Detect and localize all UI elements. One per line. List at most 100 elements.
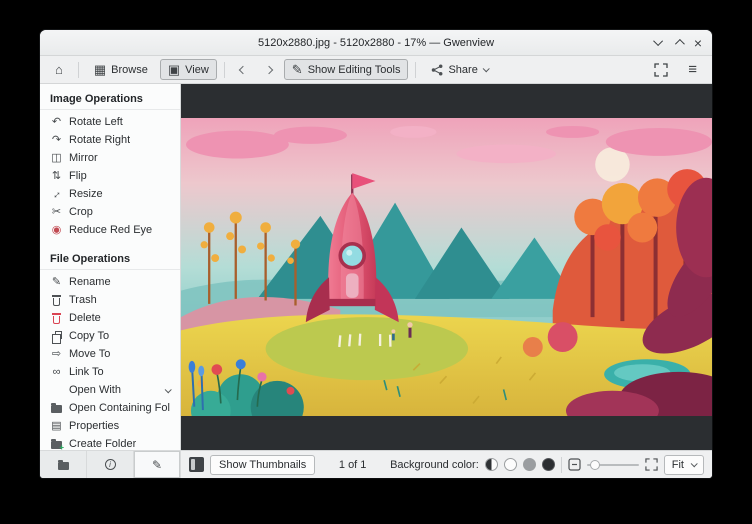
show-thumbnails-button[interactable]: Show Thumbnails (210, 454, 316, 475)
background-color-label: Background color: (390, 458, 479, 471)
sidebar-item-copy-to[interactable]: Copy To (40, 327, 180, 345)
sidebar-item-reduce-red-eye[interactable]: ◉ Reduce Red Eye (40, 221, 180, 239)
operations-sidebar: Image Operations ↶ Rotate Left ↷ Rotate … (40, 84, 181, 450)
resize-icon: ↔ (48, 185, 65, 202)
close-icon: × (693, 34, 702, 51)
sidebar-tab-strip: i ✎ (40, 450, 181, 478)
zoom-mode-value: Fit (671, 458, 684, 471)
folders-tab-icon (57, 459, 69, 470)
link-icon: ∞ (52, 365, 61, 378)
item-label: Copy To (69, 330, 110, 342)
item-label: Resize (69, 188, 103, 200)
info-icon: i (104, 459, 116, 470)
folder-icon (51, 403, 62, 413)
statusbar-separator (560, 456, 562, 473)
image-canvas[interactable] (181, 84, 712, 450)
sidebar-item-flip[interactable]: ⇅ Flip (40, 167, 180, 185)
maximize-icon (674, 38, 685, 49)
sidebar-item-resize[interactable]: ↔ Resize (40, 185, 180, 203)
create-folder-icon: + (51, 439, 64, 451)
background-swatch-black[interactable] (541, 458, 555, 471)
sidebar-item-rotate-right[interactable]: ↷ Rotate Right (40, 131, 180, 149)
zoom-out-icon (568, 458, 581, 471)
browse-button[interactable]: ▦ Browse (86, 59, 156, 80)
sidebar-item-crop[interactable]: ✂ Crop (40, 203, 180, 221)
sidebar-item-open-containing-folder[interactable]: Open Containing Folder (40, 399, 180, 417)
share-label: Share (448, 63, 478, 76)
rotate-left-icon: ↶ (51, 115, 62, 128)
view-button[interactable]: ▣ View (159, 59, 217, 80)
zoom-slider[interactable] (586, 458, 639, 472)
zoom-out-button[interactable] (568, 458, 581, 471)
tab-folders[interactable] (40, 451, 87, 478)
sidebar-item-rotate-left[interactable]: ↶ Rotate Left (40, 113, 180, 131)
share-button[interactable]: Share (423, 60, 495, 80)
plus-icon: + (59, 443, 64, 451)
statusbar: Show Thumbnails 1 of 1 Background color: (181, 450, 712, 478)
image-counter: 1 of 1 (338, 458, 367, 471)
item-label: Mirror (69, 152, 98, 164)
item-label: Delete (69, 312, 101, 324)
red-eye-icon: ◉ (51, 223, 62, 236)
background-swatch-white[interactable] (503, 458, 517, 471)
sidebar-item-link-to[interactable]: ∞ Link To (40, 363, 180, 381)
image-operations-header: Image Operations (40, 87, 180, 110)
show-editing-tools-button[interactable]: ✎ Show Editing Tools (283, 59, 409, 80)
minimize-icon (652, 36, 663, 47)
titlebar[interactable]: 5120x2880.jpg - 5120x2880 - 17% — Gwenvi… (40, 30, 712, 56)
rename-icon: ✎ (51, 275, 62, 288)
chevron-down-icon (690, 460, 698, 468)
toolbar-separator (415, 61, 417, 78)
tab-information[interactable]: i (87, 451, 134, 478)
tab-operations[interactable]: ✎ (134, 451, 180, 478)
sidebar-item-delete[interactable]: Delete (40, 309, 180, 327)
pencil-tab-icon: ✎ (151, 457, 163, 472)
item-label: Rotate Right (69, 134, 131, 146)
mirror-icon: ◫ (51, 151, 62, 164)
copy-icon (51, 331, 62, 344)
delete-icon (52, 312, 61, 324)
hamburger-menu-button[interactable]: ≡ (680, 58, 705, 81)
crop-icon: ✂ (51, 205, 62, 218)
view-label: View (185, 63, 209, 76)
maximize-button[interactable] (674, 38, 685, 49)
zoom-slider-handle[interactable] (589, 459, 600, 470)
home-button[interactable]: ⌂ (47, 59, 71, 80)
share-icon (432, 64, 443, 75)
share-dropdown-icon (482, 65, 490, 73)
toolbar-separator (223, 61, 225, 78)
sidebar-item-move-to[interactable]: ⇨ Move To (40, 345, 180, 363)
minimize-button[interactable] (652, 36, 663, 47)
background-swatch-gray[interactable] (522, 458, 536, 471)
sidebar-item-create-folder[interactable]: + Create Folder (40, 435, 180, 450)
item-label: Move To (69, 348, 111, 360)
close-button[interactable]: × (694, 36, 702, 50)
fullscreen-button[interactable] (646, 59, 676, 81)
back-button[interactable] (232, 63, 254, 77)
thumbnail-bar-toggle[interactable] (189, 457, 204, 472)
show-editing-tools-label: Show Editing Tools (307, 63, 401, 76)
item-label: Trash (69, 294, 97, 306)
flip-icon: ⇅ (51, 169, 62, 182)
item-label: Create Folder (69, 438, 137, 450)
pencil-icon: ✎ (291, 62, 303, 77)
item-label: Flip (69, 170, 87, 182)
item-label: Properties (69, 420, 120, 432)
zoom-mode-combobox[interactable]: Fit (663, 454, 704, 475)
sidebar-item-trash[interactable]: Trash (40, 291, 180, 309)
item-label: Link To (69, 366, 104, 378)
item-label: Crop (69, 206, 93, 218)
forward-button[interactable] (258, 63, 280, 77)
forward-icon (264, 65, 274, 74)
sidebar-item-open-with[interactable]: Open With (40, 381, 180, 399)
rotate-right-icon: ↷ (51, 133, 62, 146)
background-swatch-auto[interactable] (484, 458, 498, 471)
hamburger-menu-icon: ≡ (688, 61, 697, 78)
browse-icon: ▦ (93, 62, 107, 77)
sidebar-item-properties[interactable]: ▤ Properties (40, 417, 180, 435)
photo-artwork (181, 117, 712, 417)
zoom-fit-button[interactable] (645, 458, 658, 471)
sidebar-item-rename[interactable]: ✎ Rename (40, 273, 180, 291)
sidebar-item-mirror[interactable]: ◫ Mirror (40, 149, 180, 167)
browse-label: Browse (111, 63, 148, 76)
